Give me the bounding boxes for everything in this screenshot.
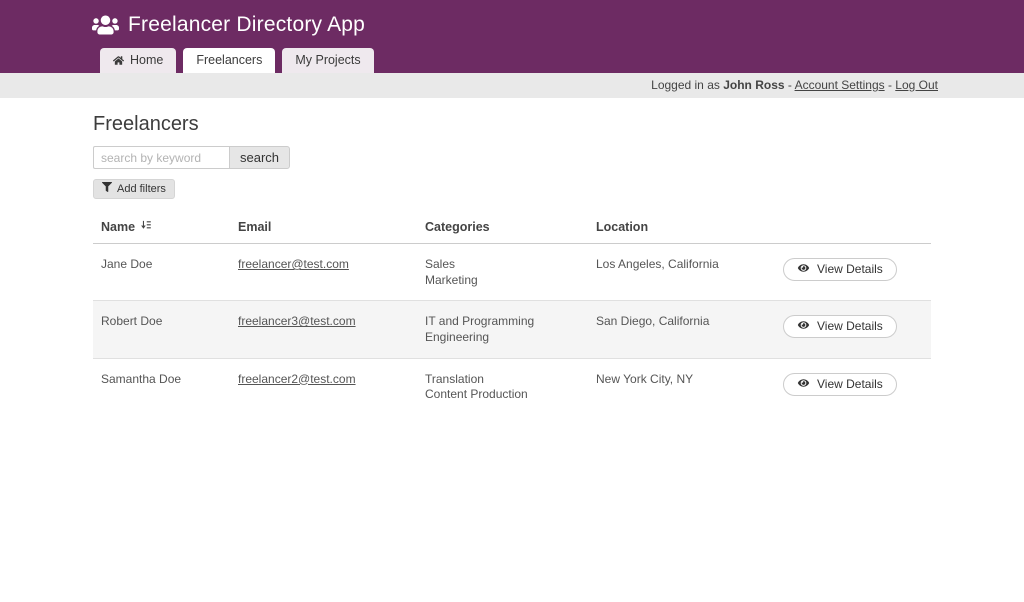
category-line: Sales	[425, 257, 580, 272]
filter-icon	[102, 182, 112, 195]
table-row: Samantha Doe freelancer2@test.com Transl…	[93, 358, 931, 415]
separator: -	[785, 78, 795, 92]
tab-home[interactable]: Home	[100, 48, 176, 73]
table-header-row: Name Email Categories Location	[93, 212, 931, 244]
view-details-label: View Details	[817, 377, 883, 391]
cell-categories: SalesMarketing	[417, 244, 588, 301]
category-line: Translation	[425, 372, 580, 387]
sort-icon	[140, 219, 152, 234]
cell-email: freelancer3@test.com	[230, 301, 417, 358]
tab-freelancers-label: Freelancers	[196, 53, 262, 67]
view-details-label: View Details	[817, 262, 883, 276]
table-row: Jane Doe freelancer@test.com SalesMarket…	[93, 244, 931, 301]
column-header-categories[interactable]: Categories	[417, 212, 588, 244]
column-header-actions	[775, 212, 931, 244]
view-details-button[interactable]: View Details	[783, 258, 897, 281]
user-bar: Logged in as John Ross - Account Setting…	[0, 73, 1024, 98]
cell-name: Jane Doe	[93, 244, 230, 301]
tab-my-projects[interactable]: My Projects	[282, 48, 373, 73]
cell-name: Samantha Doe	[93, 358, 230, 415]
account-settings-link[interactable]: Account Settings	[795, 78, 885, 92]
user-name: John Ross	[723, 78, 784, 92]
cell-categories: IT and ProgrammingEngineering	[417, 301, 588, 358]
tab-freelancers[interactable]: Freelancers	[183, 48, 275, 73]
tab-home-label: Home	[130, 53, 163, 67]
separator: -	[885, 78, 896, 92]
cell-location: Los Angeles, California	[588, 244, 775, 301]
cell-email: freelancer@test.com	[230, 244, 417, 301]
category-line: Engineering	[425, 330, 580, 345]
column-header-email[interactable]: Email	[230, 212, 417, 244]
search-row: search	[93, 146, 931, 169]
view-details-button[interactable]: View Details	[783, 315, 897, 338]
column-header-name[interactable]: Name	[93, 212, 230, 244]
search-input[interactable]	[93, 146, 229, 169]
page-title: Freelancers	[93, 113, 931, 136]
view-details-label: View Details	[817, 319, 883, 333]
eye-icon	[797, 377, 810, 391]
table-row: Robert Doe freelancer3@test.com IT and P…	[93, 301, 931, 358]
brand: Freelancer Directory App	[92, 13, 365, 37]
log-out-link[interactable]: Log Out	[895, 78, 938, 92]
category-line: Marketing	[425, 273, 580, 288]
cell-actions: View Details	[775, 358, 931, 415]
view-details-button[interactable]: View Details	[783, 373, 897, 396]
main-content: Freelancers search Add filters Name	[93, 113, 931, 415]
column-header-name-label: Name	[101, 220, 135, 234]
cell-name: Robert Doe	[93, 301, 230, 358]
app-title: Freelancer Directory App	[128, 13, 365, 37]
freelancer-table-body: Jane Doe freelancer@test.com SalesMarket…	[93, 244, 931, 415]
email-link[interactable]: freelancer3@test.com	[238, 314, 356, 328]
tab-my-projects-label: My Projects	[295, 53, 360, 67]
home-icon	[113, 55, 124, 66]
users-icon	[92, 14, 119, 36]
cell-actions: View Details	[775, 244, 931, 301]
email-link[interactable]: freelancer@test.com	[238, 257, 349, 271]
add-filters-label: Add filters	[117, 183, 166, 195]
eye-icon	[797, 319, 810, 333]
category-line: IT and Programming	[425, 314, 580, 329]
cell-location: New York City, NY	[588, 358, 775, 415]
column-header-location[interactable]: Location	[588, 212, 775, 244]
add-filters-button[interactable]: Add filters	[93, 179, 175, 199]
freelancers-table: Name Email Categories Location	[93, 212, 931, 415]
main-nav: Home Freelancers My Projects	[100, 48, 374, 73]
cell-actions: View Details	[775, 301, 931, 358]
cell-categories: TranslationContent Production	[417, 358, 588, 415]
logged-in-prefix: Logged in as	[651, 78, 723, 92]
cell-location: San Diego, California	[588, 301, 775, 358]
cell-email: freelancer2@test.com	[230, 358, 417, 415]
email-link[interactable]: freelancer2@test.com	[238, 372, 356, 386]
eye-icon	[797, 262, 810, 276]
app-header: Freelancer Directory App Home Freelancer…	[0, 0, 1024, 73]
search-button[interactable]: search	[229, 146, 290, 169]
category-line: Content Production	[425, 387, 580, 402]
